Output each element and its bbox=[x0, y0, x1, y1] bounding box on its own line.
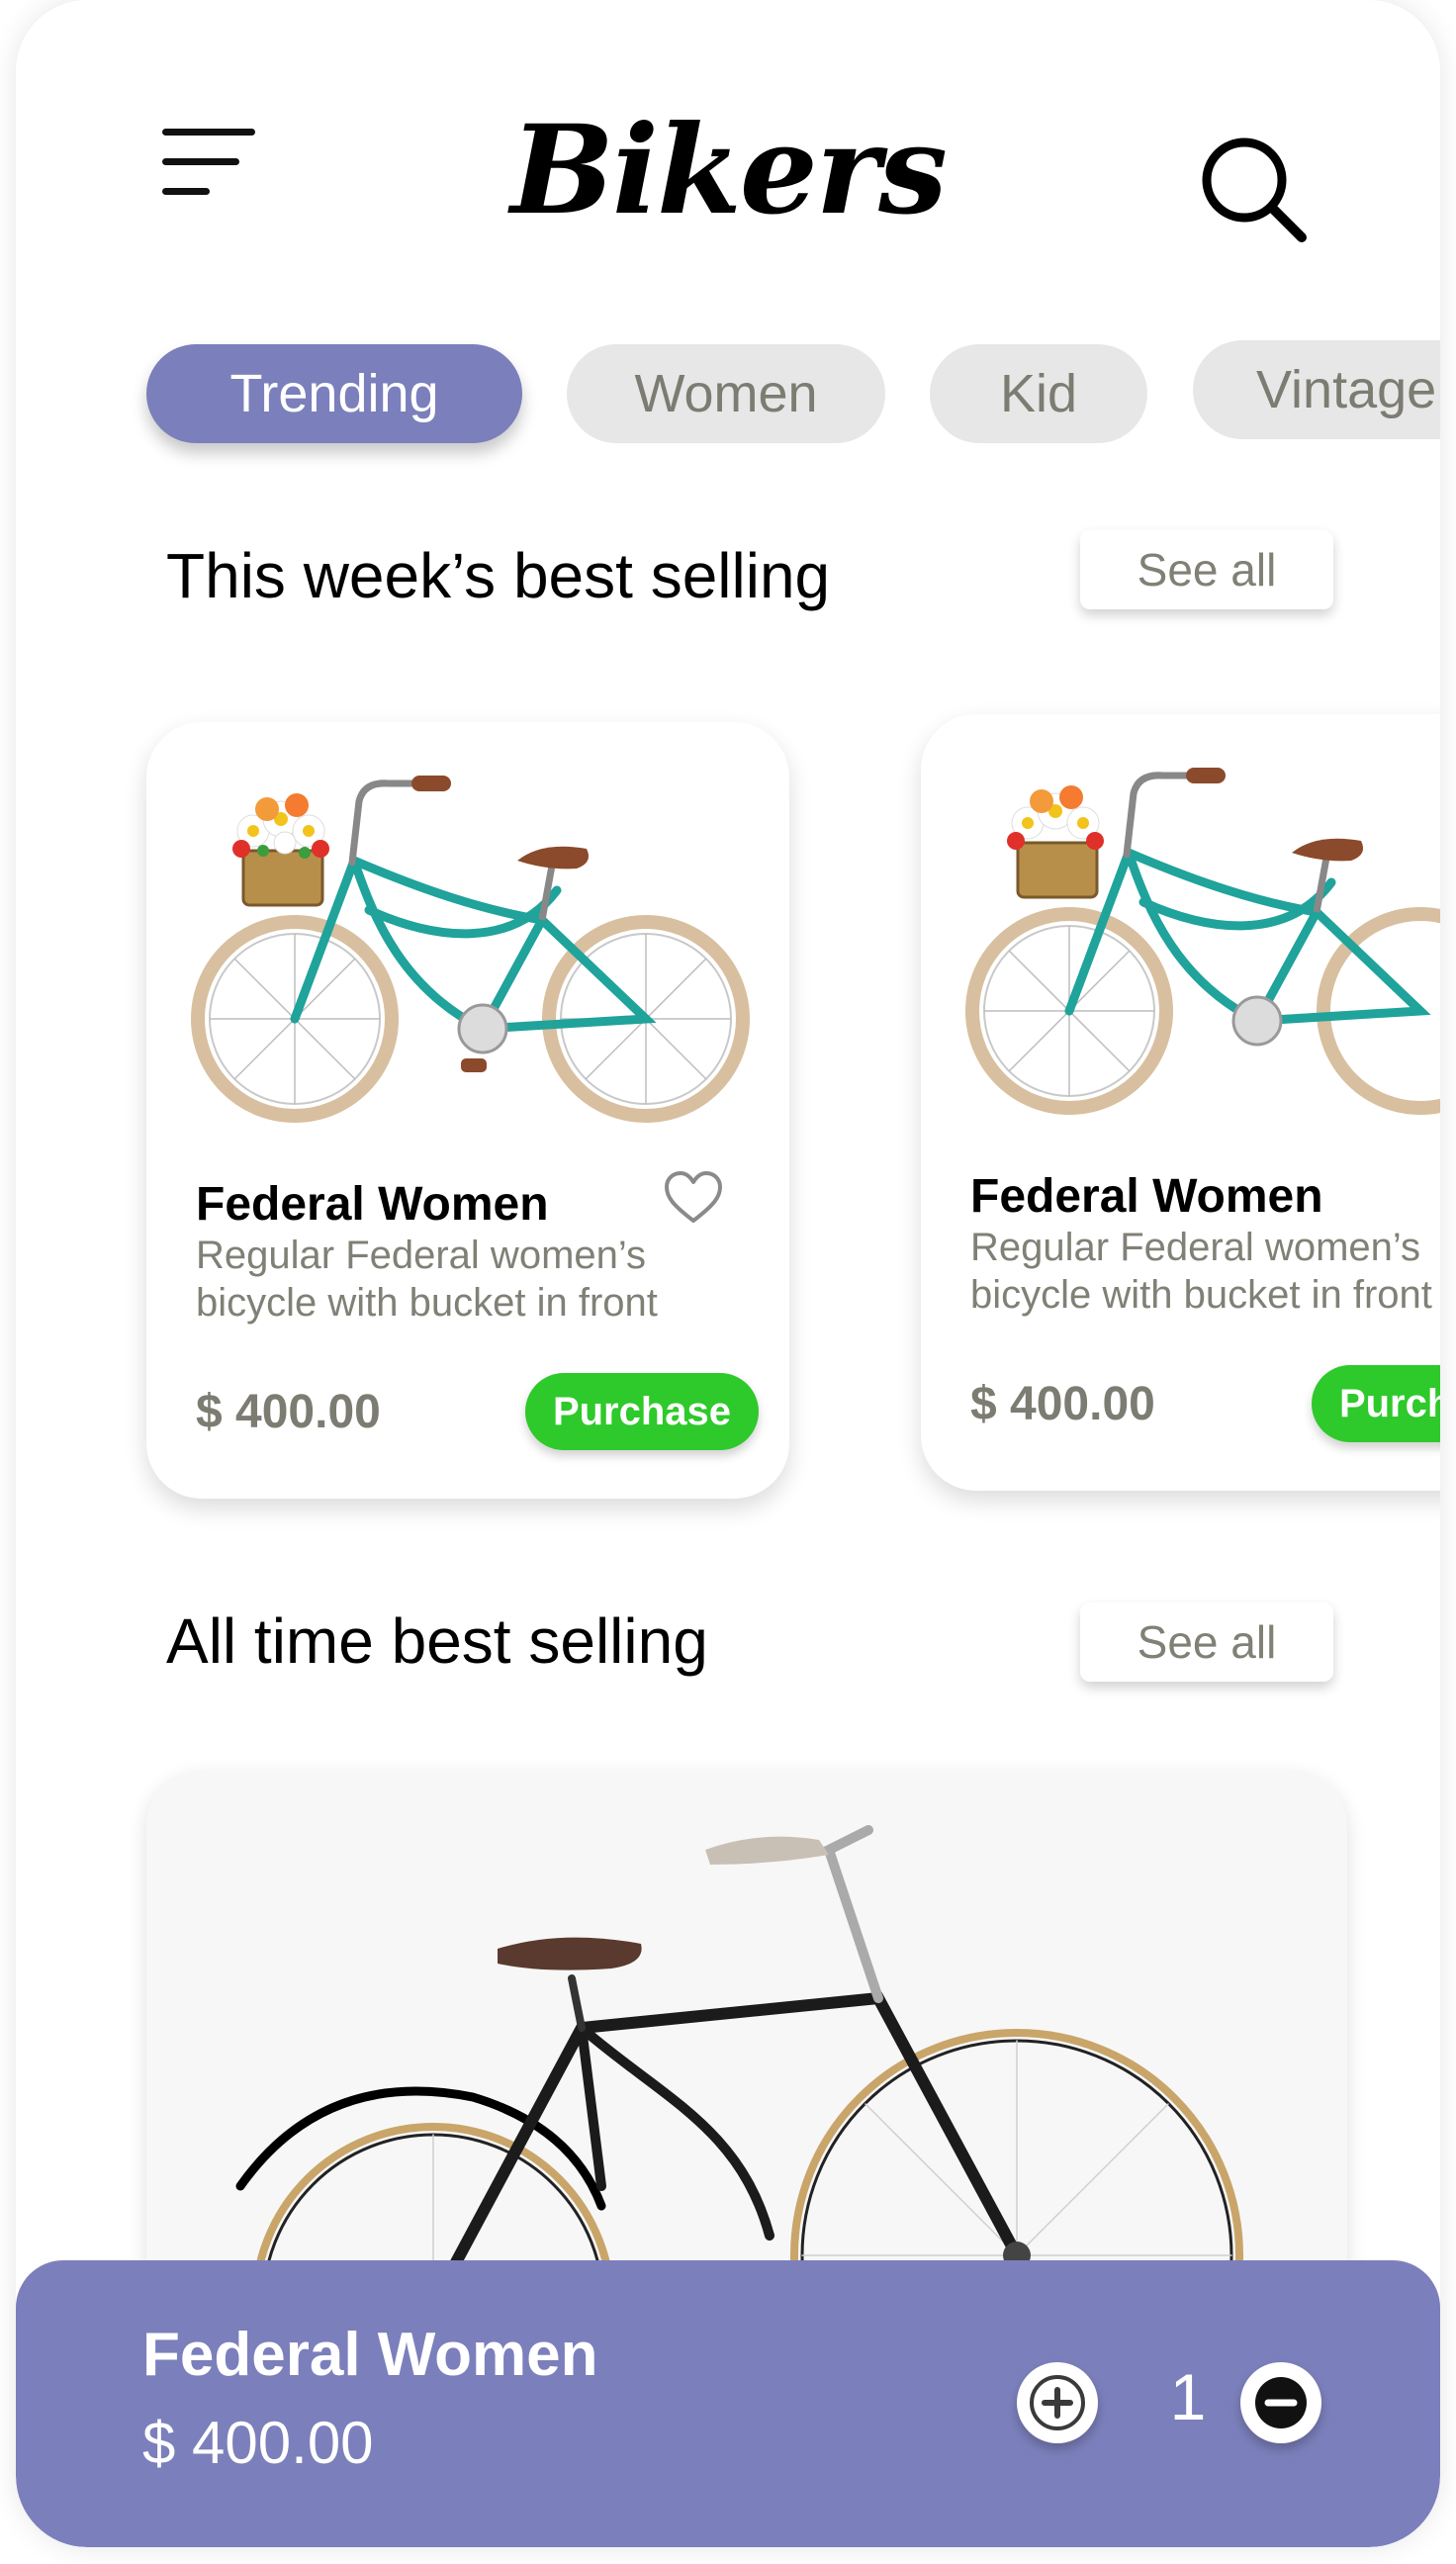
purchase-button[interactable]: Purchase bbox=[525, 1373, 759, 1450]
decrease-quantity-button[interactable] bbox=[1240, 2362, 1321, 2443]
product-description: Regular Federal women’s bicycle with buc… bbox=[970, 1226, 1432, 1317]
tab-kid[interactable]: Kid bbox=[930, 344, 1147, 443]
see-all-alltime-button[interactable]: See all bbox=[1080, 1602, 1333, 1682]
product-card[interactable]: Federal Women Regular Federal women’s bi… bbox=[146, 722, 789, 1499]
product-name: Federal Women bbox=[196, 1178, 549, 1231]
heart-icon[interactable] bbox=[663, 1169, 724, 1227]
cart-summary-bar: Federal Women $ 400.00 1 bbox=[16, 2260, 1440, 2547]
search-icon[interactable] bbox=[1193, 129, 1321, 257]
product-price: $ 400.00 bbox=[196, 1386, 381, 1438]
section-title-weekly: This week’s best selling bbox=[166, 540, 831, 611]
purchase-button[interactable]: Purchase bbox=[1312, 1365, 1440, 1442]
product-description: Regular Federal women’s bicycle with buc… bbox=[196, 1234, 658, 1325]
bicycle-with-basket-image bbox=[965, 768, 1440, 1115]
plus-icon bbox=[1030, 2375, 1085, 2430]
tab-vintage[interactable]: Vintage bbox=[1193, 340, 1440, 439]
product-card[interactable]: Federal Women Regular Federal women’s bi… bbox=[921, 714, 1440, 1491]
section-title-alltime: All time best selling bbox=[166, 1605, 708, 1677]
product-price: $ 400.00 bbox=[970, 1378, 1155, 1430]
cart-product-name: Federal Women bbox=[142, 2321, 598, 2389]
bicycle-with-basket-image bbox=[191, 776, 750, 1123]
cart-quantity: 1 bbox=[1169, 2360, 1207, 2433]
product-name: Federal Women bbox=[970, 1170, 1323, 1223]
tab-women[interactable]: Women bbox=[567, 344, 885, 443]
minus-icon bbox=[1255, 2377, 1307, 2428]
cart-product-price: $ 400.00 bbox=[142, 2410, 374, 2476]
app-screen: Bikers Trending Women Kid Vintage This w… bbox=[16, 0, 1440, 2547]
tab-trending[interactable]: Trending bbox=[146, 344, 522, 443]
increase-quantity-button[interactable] bbox=[1017, 2362, 1098, 2443]
see-all-weekly-button[interactable]: See all bbox=[1080, 530, 1333, 609]
